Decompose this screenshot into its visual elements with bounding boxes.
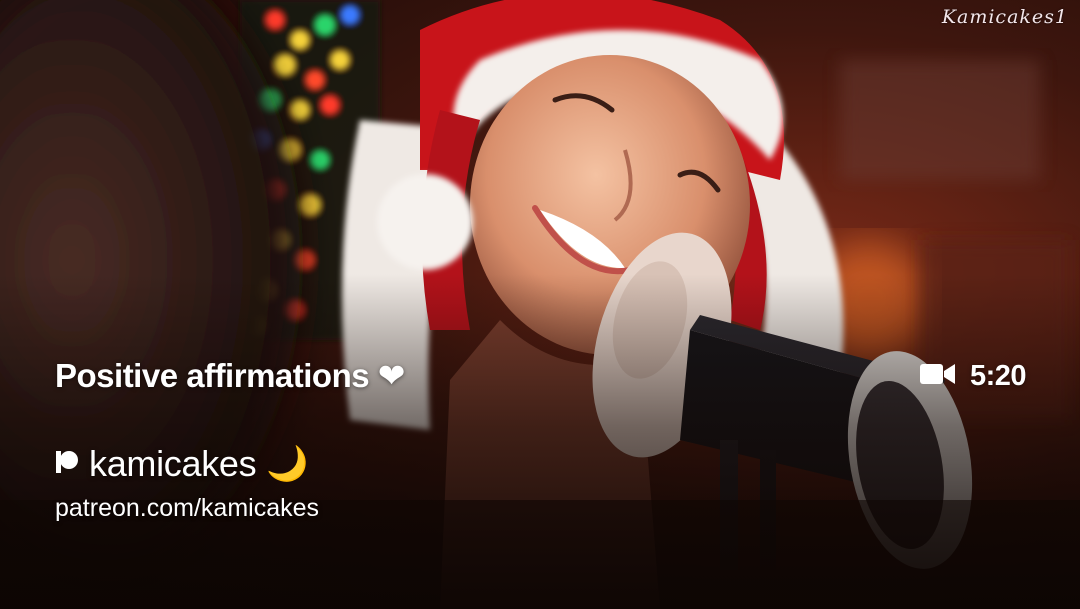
watermark: Kamicakes1 — [941, 6, 1068, 28]
video-camera-icon — [919, 361, 956, 392]
creator-name[interactable]: kamicakes — [89, 443, 257, 485]
creator-row[interactable]: kamicakes 🌙 — [55, 443, 309, 485]
duration-text: 5:20 — [969, 360, 1027, 392]
video-duration: 5:20 — [919, 360, 1027, 393]
moon-icon: 🌙 — [266, 445, 309, 483]
heart-icon: ❤ — [377, 357, 406, 394]
video-card[interactable]: Kamicakes1 Positive affirmations ❤ 5:20 … — [0, 0, 1080, 609]
video-title-text: Positive affirmations — [55, 357, 370, 394]
patreon-link[interactable]: patreon.com/kamicakes — [55, 494, 319, 523]
patreon-icon — [55, 450, 79, 479]
video-title[interactable]: Positive affirmations ❤ — [55, 356, 405, 395]
